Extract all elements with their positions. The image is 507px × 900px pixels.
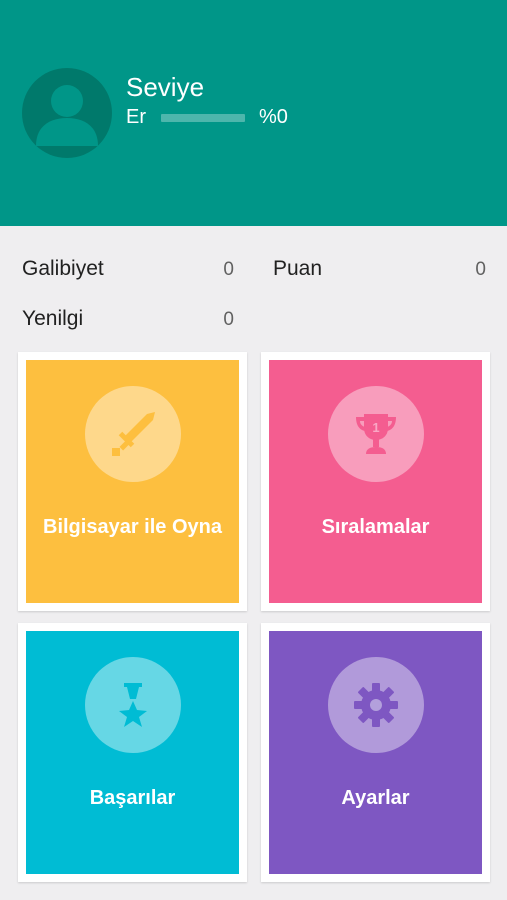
wins-label: Galibiyet xyxy=(22,257,104,280)
leaderboards-tile: 1 Sıralamalar xyxy=(269,360,482,603)
losses-value: 0 xyxy=(223,309,234,330)
play-computer-label: Bilgisayar ile Oyna xyxy=(43,516,222,538)
level-title: Seviye xyxy=(126,72,205,102)
play-computer-icon-circle xyxy=(84,386,181,482)
leaderboards-label: Sıralamalar xyxy=(321,516,430,538)
settings-label: Ayarlar xyxy=(341,787,410,809)
trophy-number: 1 xyxy=(372,420,379,435)
leaderboards-icon-circle: 1 xyxy=(327,386,424,482)
settings-tile: Ayarlar xyxy=(269,631,482,874)
trophy-icon: 1 xyxy=(355,414,396,454)
progress-percent: %0 xyxy=(259,106,288,128)
points-label: Puan xyxy=(273,257,323,280)
achievements-icon-circle xyxy=(84,657,181,753)
medal-icon xyxy=(118,683,147,727)
achievements-button[interactable]: Başarılar xyxy=(18,623,247,882)
wins-value: 0 xyxy=(223,259,234,280)
rank-label: Er xyxy=(126,106,146,128)
points-value: 0 xyxy=(475,259,486,280)
settings-button[interactable]: Ayarlar xyxy=(261,623,490,882)
play-computer-tile: Bilgisayar ile Oyna xyxy=(26,360,239,603)
gear-icon xyxy=(353,683,398,727)
achievements-tile: Başarılar xyxy=(26,631,239,874)
level-progress-bar xyxy=(161,114,245,122)
losses-label: Yenilgi xyxy=(22,307,84,330)
avatar[interactable] xyxy=(22,68,112,158)
play-computer-button[interactable]: Bilgisayar ile Oyna xyxy=(18,352,247,611)
achievements-label: Başarılar xyxy=(89,787,176,809)
profile-header: Seviye Er %0 xyxy=(0,0,507,226)
user-icon xyxy=(36,85,98,146)
settings-icon-circle xyxy=(327,657,424,753)
sword-icon xyxy=(111,412,155,456)
leaderboards-button[interactable]: 1 Sıralamalar xyxy=(261,352,490,611)
